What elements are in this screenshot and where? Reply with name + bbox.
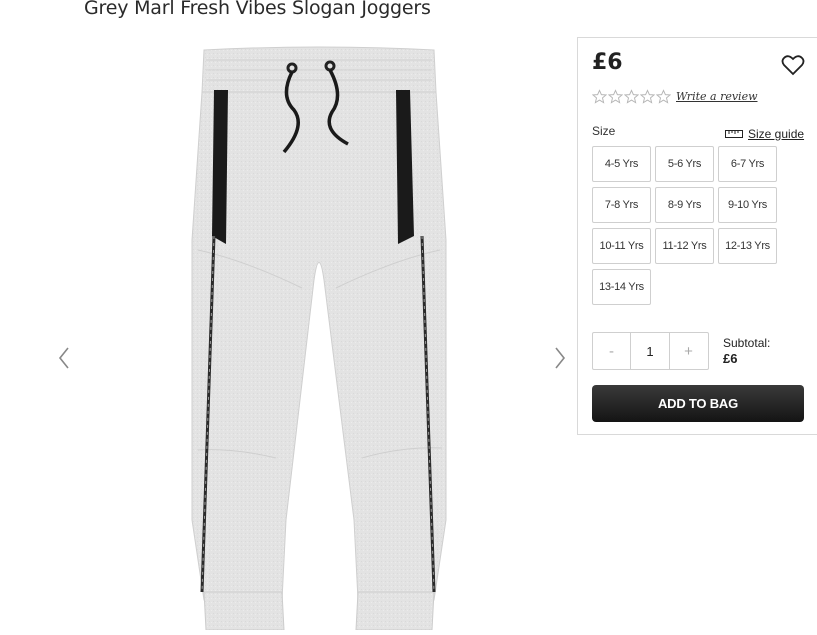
ruler-icon	[725, 130, 743, 138]
rating-stars	[592, 89, 671, 104]
size-label: Size	[592, 124, 616, 138]
add-to-bag-button[interactable]: ADD TO BAG	[592, 385, 804, 422]
subtotal-value: £6	[723, 351, 738, 366]
size-option[interactable]: 13-14 Yrs	[592, 269, 651, 305]
chevron-right-icon	[555, 347, 566, 369]
star-icon	[656, 89, 671, 104]
wishlist-button[interactable]	[780, 52, 806, 78]
write-review-link[interactable]: Write a review	[676, 90, 758, 103]
size-guide-link[interactable]: Size guide	[725, 127, 804, 141]
size-option[interactable]: 7-8 Yrs	[592, 187, 651, 223]
size-option[interactable]: 8-9 Yrs	[655, 187, 714, 223]
subtotal: Subtotal: £6	[723, 336, 770, 366]
product-rating: Write a review	[592, 89, 758, 104]
size-option[interactable]: 9-10 Yrs	[718, 187, 777, 223]
size-guide-label: Size guide	[748, 127, 805, 141]
size-option[interactable]: 11-12 Yrs	[655, 228, 714, 264]
quantity-input[interactable]	[630, 333, 670, 369]
size-options: 4-5 Yrs 5-6 Yrs 6-7 Yrs 7-8 Yrs 8-9 Yrs 9-10 …	[592, 146, 792, 305]
star-icon	[624, 89, 639, 104]
quantity-stepper: - +	[592, 332, 709, 370]
page-title: Grey Marl Fresh Vibes Slogan Joggers	[84, 0, 431, 19]
size-option[interactable]: 4-5 Yrs	[592, 146, 651, 182]
size-option[interactable]: 12-13 Yrs	[718, 228, 777, 264]
product-price: £6	[592, 50, 623, 75]
product-image[interactable]	[184, 40, 454, 631]
joggers-image	[191, 46, 447, 631]
heart-icon	[781, 55, 805, 76]
gallery-next-button[interactable]	[550, 340, 570, 376]
quantity-increase-button[interactable]: +	[670, 333, 707, 369]
size-option[interactable]: 10-11 Yrs	[592, 228, 651, 264]
chevron-left-icon	[58, 347, 69, 369]
product-gallery	[0, 30, 570, 631]
size-option[interactable]: 6-7 Yrs	[718, 146, 777, 182]
star-icon	[608, 89, 623, 104]
subtotal-label: Subtotal:	[723, 336, 771, 350]
size-option[interactable]: 5-6 Yrs	[655, 146, 714, 182]
buy-panel: £6 Write a review Size Size guide 4-5 Yr…	[577, 37, 817, 435]
gallery-prev-button[interactable]	[54, 340, 74, 376]
star-icon	[640, 89, 655, 104]
quantity-decrease-button[interactable]: -	[593, 333, 630, 369]
star-icon	[592, 89, 607, 104]
